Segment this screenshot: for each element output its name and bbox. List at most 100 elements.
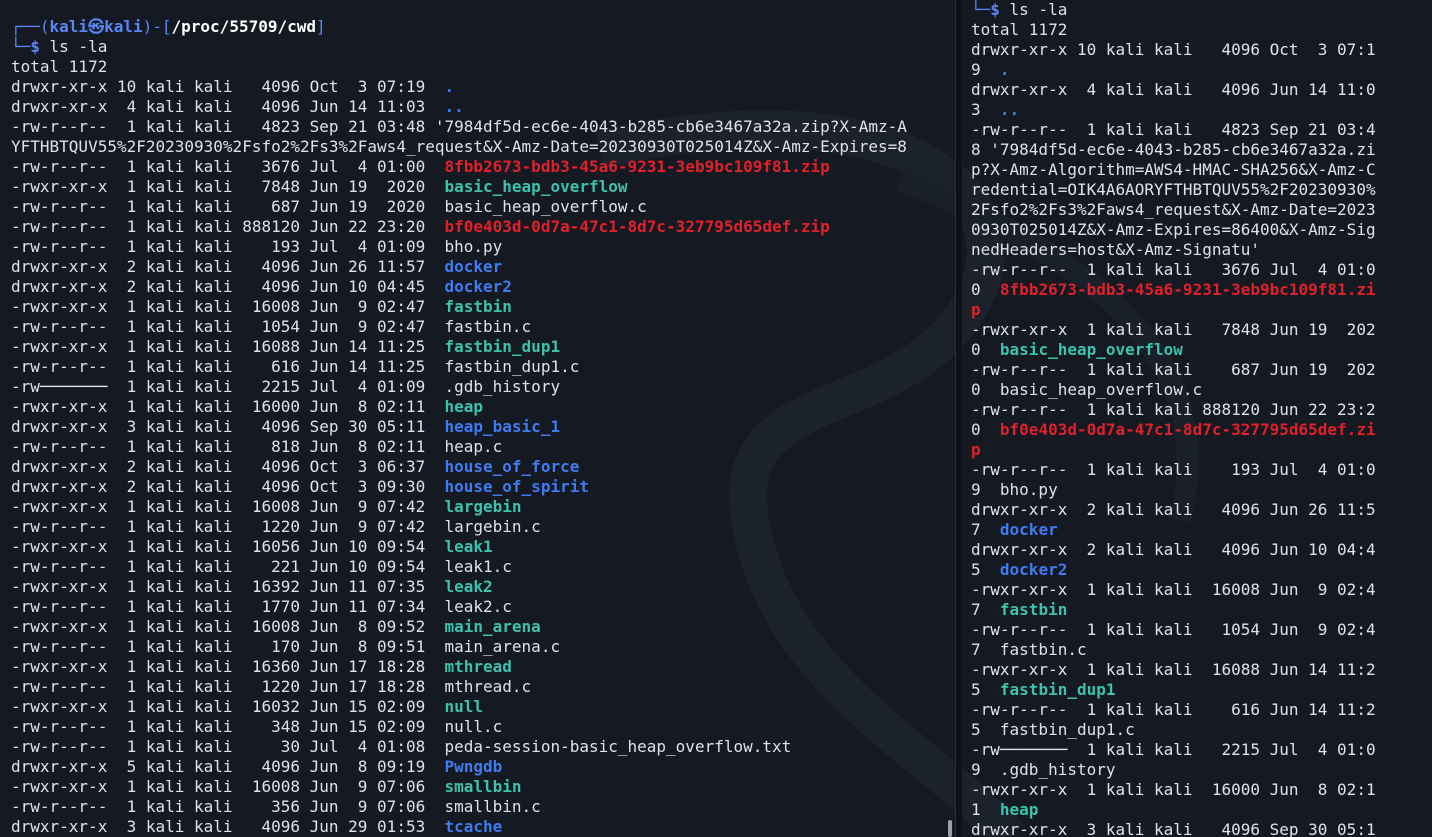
listing-filename: basic_heap_overflow.c <box>444 197 647 216</box>
listing-line: -rwxr-xr-x 1 kali kali 16056 Jun 10 09:5… <box>11 537 955 557</box>
listing-filename: .gdb_history <box>444 377 561 396</box>
listing-line: -rwxr-xr-x 1 kali kali 16008 Jun 9 07:42… <box>11 497 955 517</box>
listing-line: 0 basic_heap_overflow <box>971 340 1432 360</box>
listing-line: 3 .. <box>971 100 1432 120</box>
listing-meta: -rwxr-xr-x 1 kali kali 16008 Jun 9 07:06 <box>11 777 445 796</box>
listing-line: 0930T025014Z&X-Amz-Expires=86400&X-Amz-S… <box>971 220 1432 240</box>
scrollbar-thumb[interactable] <box>948 820 952 837</box>
listing-filename: . <box>999 60 1010 79</box>
listing-line: -rwxr-xr-x 1 kali kali 16392 Jun 11 07:3… <box>11 577 955 597</box>
listing-line: -rw-r--r-- 1 kali kali 687 Jun 19 202 <box>971 360 1432 380</box>
listing-filename: heap <box>999 800 1039 819</box>
listing-line: -rwxr-xr-x 1 kali kali 16008 Jun 9 07:06… <box>11 777 955 797</box>
listing-line: drwxr-xr-x 2 kali kali 4096 Oct 3 06:37 … <box>11 457 955 477</box>
listing-meta: nedHeaders=host&X-Amz-Signatu' <box>971 240 1260 259</box>
terminal-pane-right[interactable]: └─$ ls -la total 1172 drwxr-xr-x 10 kali k… <box>962 0 1432 837</box>
listing-filename: .. <box>999 100 1020 119</box>
listing-meta: -rw-r--r-- 1 kali kali 888120 Jun 22 23:… <box>971 400 1376 419</box>
pane-divider[interactable] <box>955 0 962 837</box>
listing-filename: house_of_force <box>444 457 580 476</box>
listing-filename: docker2 <box>999 560 1068 579</box>
listing-meta: drwxr-xr-x 3 kali kali 4096 Sep 30 05:1 <box>971 820 1376 837</box>
listing-line: -rw-r--r-- 1 kali kali 348 Jun 15 02:09 … <box>11 717 955 737</box>
listing-line: -rwxr-xr-x 1 kali kali 16088 Jun 14 11:2 <box>971 660 1432 680</box>
listing-line: -rwxr-xr-x 1 kali kali 16000 Jun 8 02:11… <box>11 397 955 417</box>
listing-meta: 8 '7984df5d-ec6e-4043-b285-cb6e3467a32a.… <box>971 140 1376 159</box>
listing-filename: heap.c <box>444 437 503 456</box>
listing-meta: 0 basic_heap_overflow.c <box>971 380 1203 399</box>
listing-line: drwxr-xr-x 4 kali kali 4096 Jun 14 11:03… <box>11 97 955 117</box>
listing-line: drwxr-xr-x 2 kali kali 4096 Jun 10 04:4 <box>971 540 1432 560</box>
listing-filename: largebin <box>444 497 522 516</box>
listing-line: nedHeaders=host&X-Amz-Signatu' <box>971 240 1432 260</box>
listing-line: -rw─────── 1 kali kali 2215 Jul 4 01:0 <box>971 740 1432 760</box>
listing-filename: mthread.c <box>444 677 532 696</box>
listing-meta: drwxr-xr-x 4 kali kali 4096 Jun 14 11:0 <box>971 80 1376 99</box>
listing-filename: .. <box>444 97 464 116</box>
terminal-output-right: └─$ ls -la total 1172 drwxr-xr-x 10 kali k… <box>962 0 1432 837</box>
listing-line: redential=OIK4A6AORYFTHBTQUV55%2F2023093… <box>971 180 1432 200</box>
terminal-pane-left[interactable]: ┌──(kali㉿kali)-[/proc/55709/cwd] └─$ ls -… <box>0 0 955 837</box>
listing-line: drwxr-xr-x 3 kali kali 4096 Sep 30 05:1 <box>971 820 1432 837</box>
listing-line: 7 fastbin.c <box>971 640 1432 660</box>
listing-meta: YFTHBTQUV55%2F20230930%2Fsfo2%2Fs3%2Faws… <box>11 137 907 156</box>
listing-line: 0 8fbb2673-bdb3-45a6-9231-3eb9bc109f81.z… <box>971 280 1432 300</box>
listing-line: -rw-r--r-- 1 kali kali 193 Jul 4 01:0 <box>971 460 1432 480</box>
listing-line: 5 fastbin_dup1.c <box>971 720 1432 740</box>
listing-line: -rwxr-xr-x 1 kali kali 16008 Jun 8 09:52… <box>11 617 955 637</box>
listing-filename: main_arena.c <box>444 637 561 656</box>
listing-meta: 9 bho.py <box>971 480 1058 499</box>
listing-filename: bf0e403d-0d7a-47c1-8d7c-327795d65def.zi <box>999 420 1376 439</box>
listing-line: -rw-r--r-- 1 kali kali 1220 Jun 9 07:42 … <box>11 517 955 537</box>
listing-meta: -rwxr-xr-x 1 kali kali 16008 Jun 8 09:52 <box>11 617 445 636</box>
listing-meta: -rw-r--r-- 1 kali kali 1770 Jun 11 07:34 <box>11 597 445 616</box>
prompt-dollar: $ <box>30 37 40 56</box>
prompt-frame-bottom: └─ <box>11 37 31 56</box>
listing-meta: drwxr-xr-x 3 kali kali 4096 Sep 30 05:11 <box>11 417 445 436</box>
listing-filename: p <box>971 300 981 319</box>
listing-line: -rw-r--r-- 1 kali kali 4823 Sep 21 03:4 <box>971 120 1432 140</box>
listing-meta: drwxr-xr-x 2 kali kali 4096 Oct 3 09:30 <box>11 477 445 496</box>
listing-line: -rw-r--r-- 1 kali kali 687 Jun 19 2020 b… <box>11 197 955 217</box>
listing-meta: -rw-r--r-- 1 kali kali 4823 Sep 21 03:4 <box>971 120 1376 139</box>
listing-line: -rw-r--r-- 1 kali kali 616 Jun 14 11:2 <box>971 700 1432 720</box>
listing-line: -rw-r--r-- 1 kali kali 4823 Sep 21 03:48… <box>11 117 955 137</box>
listing-meta: 0 <box>971 340 1000 359</box>
listing-line: -rw-r--r-- 1 kali kali 616 Jun 14 11:25 … <box>11 357 955 377</box>
listing-line: -rw-r--r-- 1 kali kali 1770 Jun 11 07:34… <box>11 597 955 617</box>
listing-line: 0 basic_heap_overflow.c <box>971 380 1432 400</box>
listing-meta: drwxr-xr-x 10 kali kali 4096 Oct 3 07:19 <box>11 77 445 96</box>
listing-filename: heap <box>444 397 484 416</box>
listing-meta: -rwxr-xr-x 1 kali kali 16056 Jun 10 09:5… <box>11 537 445 556</box>
listing-meta: -rw-r--r-- 1 kali kali 1054 Jun 9 02:47 <box>11 317 445 336</box>
listing-meta: -rwxr-xr-x 1 kali kali 16360 Jun 17 18:2… <box>11 657 445 676</box>
listing-meta: drwxr-xr-x 2 kali kali 4096 Jun 26 11:57 <box>11 257 445 276</box>
listing-meta: -rwxr-xr-x 1 kali kali 16032 Jun 15 02:0… <box>11 697 445 716</box>
listing-line: -rw-r--r-- 1 kali kali 818 Jun 8 02:11 h… <box>11 437 955 457</box>
listing-line: -rwxr-xr-x 1 kali kali 16032 Jun 15 02:0… <box>11 697 955 717</box>
listing-meta: -rwxr-xr-x 1 kali kali 16088 Jun 14 11:2 <box>971 660 1376 679</box>
listing-filename: house_of_spirit <box>444 477 589 496</box>
listing-meta: -rwxr-xr-x 1 kali kali 16088 Jun 14 11:2… <box>11 337 445 356</box>
listing-filename: fastbin_dup1 <box>444 337 561 356</box>
listing-filename: '7984df5d-ec6e-4043-b285-cb6e3467a32a.zi… <box>434 117 907 136</box>
listing-filename: basic_heap_overflow <box>999 340 1183 359</box>
listing-filename: fastbin.c <box>444 317 532 336</box>
listing-line: -rw-r--r-- 1 kali kali 3676 Jul 4 01:0 <box>971 260 1432 280</box>
listing-meta: -rw-r--r-- 1 kali kali 1054 Jun 9 02:4 <box>971 620 1376 639</box>
listing-meta: -rw-r--r-- 1 kali kali 616 Jun 14 11:2 <box>971 700 1376 719</box>
listing-filename: heap_basic_1 <box>444 417 561 436</box>
listing-filename: largebin.c <box>444 517 541 536</box>
listing-filename: peda-session-basic_heap_overflow.txt <box>444 737 792 756</box>
listing-meta: -rw-r--r-- 1 kali kali 193 Jul 4 01:09 <box>11 237 445 256</box>
listing-meta: -rwxr-xr-x 1 kali kali 16392 Jun 11 07:3… <box>11 577 445 596</box>
listing-filename: leak1.c <box>444 557 512 576</box>
listing-meta: -rwxr-xr-x 1 kali kali 7848 Jun 19 202 <box>971 320 1376 339</box>
listing-meta: -rw-r--r-- 1 kali kali 687 Jun 19 202 <box>971 360 1376 379</box>
listing-filename: main_arena <box>444 617 541 636</box>
listing-filename: 8fbb2673-bdb3-45a6-9231-3eb9bc109f81.zi <box>999 280 1376 299</box>
listing-meta: 0930T025014Z&X-Amz-Expires=86400&X-Amz-S… <box>971 220 1376 239</box>
listing-line: 7 docker <box>971 520 1432 540</box>
listing-meta: -rw-r--r-- 1 kali kali 4823 Sep 21 03:48 <box>11 117 435 136</box>
listing-line: drwxr-xr-x 2 kali kali 4096 Jun 26 11:5 <box>971 500 1432 520</box>
